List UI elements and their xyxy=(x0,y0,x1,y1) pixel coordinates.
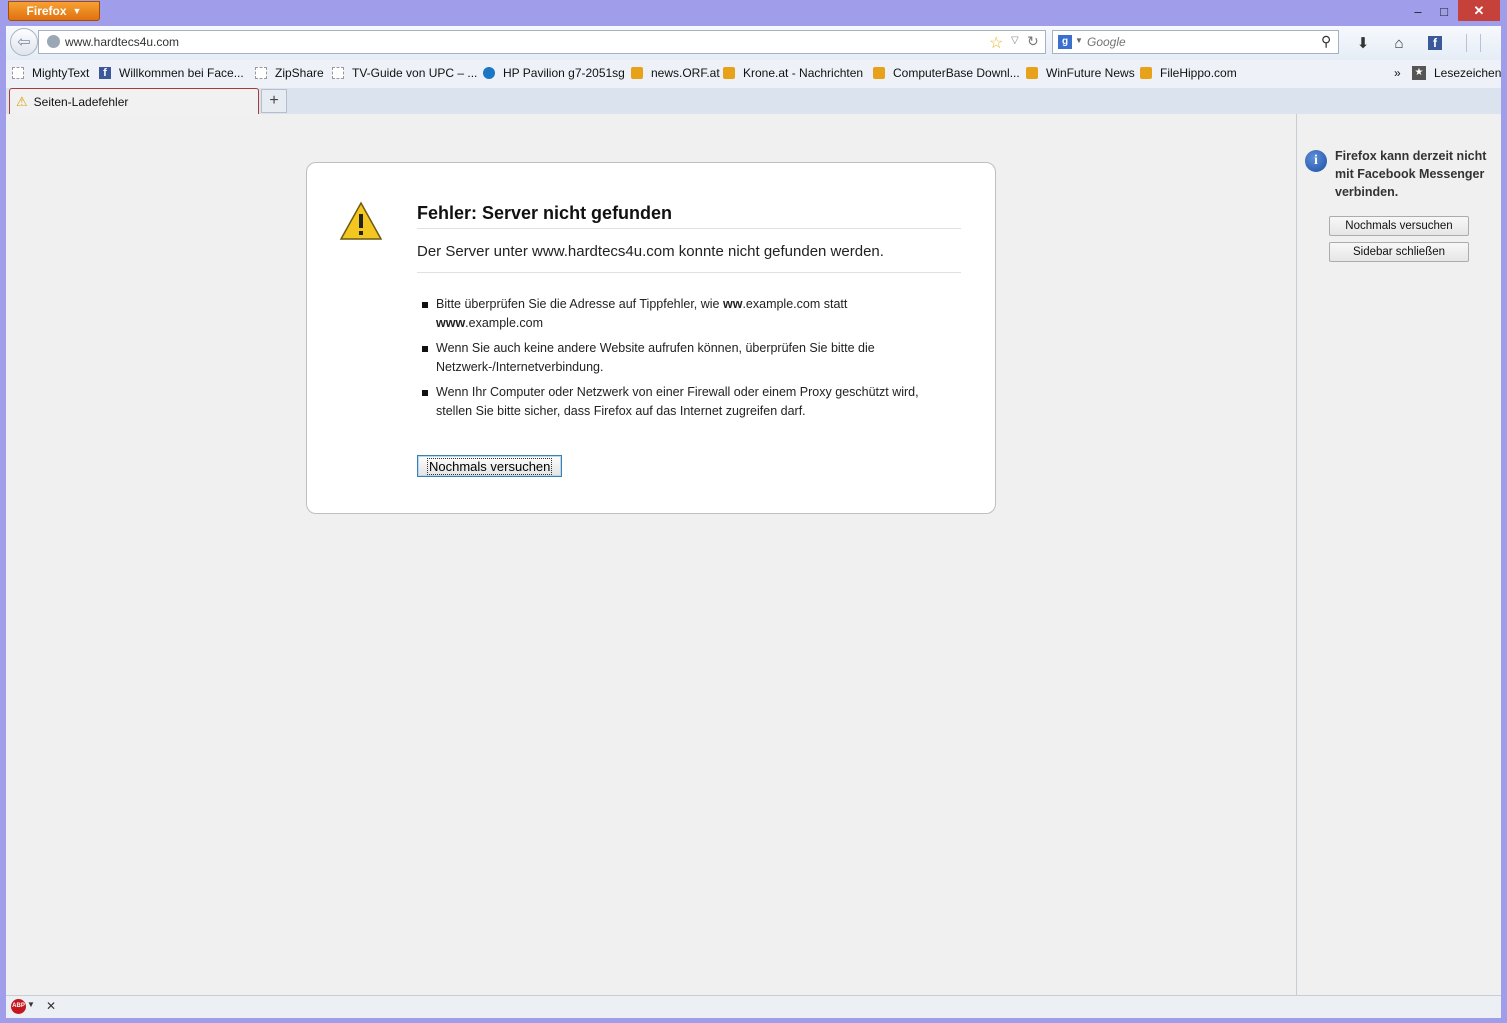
bookmark-label: news.ORF.at xyxy=(651,66,720,80)
minimize-button[interactable]: – xyxy=(1408,0,1428,22)
title-bar: Firefox ▼ – □ ✕ xyxy=(0,0,1507,24)
blank-page-icon xyxy=(332,67,344,79)
url-input[interactable] xyxy=(65,33,965,51)
bookmarks-menu-label: Lesezeichen xyxy=(1434,66,1502,80)
tab-label: Seiten-Ladefehler xyxy=(33,94,129,109)
social-sidebar: i Firefox kann derzeit nicht mit Faceboo… xyxy=(1296,114,1501,995)
firefox-menu-button[interactable]: Firefox ▼ xyxy=(8,1,100,21)
sidebar-retry-button[interactable]: Nochmals versuchen xyxy=(1329,216,1469,236)
bookmark-label: TV-Guide von UPC – ... xyxy=(352,66,478,80)
sidebar-message: Firefox kann derzeit nicht mit Facebook … xyxy=(1335,149,1487,199)
warning-triangle-icon xyxy=(339,201,383,240)
maximize-button[interactable]: □ xyxy=(1434,0,1454,22)
search-icon[interactable]: ⚲ xyxy=(1321,33,1331,50)
globe-icon xyxy=(47,35,60,48)
back-button[interactable]: ⇦ xyxy=(10,28,38,56)
bookmark-star-icon[interactable]: ☆ xyxy=(989,33,1003,53)
rss-icon xyxy=(1140,67,1152,79)
close-window-button[interactable]: ✕ xyxy=(1458,0,1500,21)
more-bookmarks-chevron-icon[interactable]: » xyxy=(1394,66,1401,80)
list-item: Wenn Sie auch keine andere Website aufru… xyxy=(417,339,937,377)
chevron-down-icon: ▼ xyxy=(72,6,82,16)
bookmark-label: Krone.at - Nachrichten xyxy=(743,66,864,80)
page-content: Fehler: Server nicht gefunden Der Server… xyxy=(6,114,1296,995)
add-on-bar: ABP ▼ ✕ xyxy=(6,995,1501,1018)
blank-page-icon xyxy=(12,67,24,79)
hp-icon xyxy=(483,67,495,79)
new-tab-button[interactable]: + xyxy=(261,89,287,113)
bookmarks-menu-button[interactable]: ★ Lesezeichen xyxy=(1412,66,1501,80)
facebook-icon: f xyxy=(1428,36,1442,50)
warning-icon: ⚠ xyxy=(16,93,28,109)
bookmark-label: FileHippo.com xyxy=(1160,66,1237,80)
bookmark-label: MightyText xyxy=(32,66,90,80)
bookmark-item[interactable]: TV-Guide von UPC – ... xyxy=(332,66,477,80)
bookmark-label: HP Pavilion g7-2051sg xyxy=(503,66,625,80)
toolbar-separator xyxy=(1466,34,1467,52)
bookmarks-toolbar: MightyText f Willkommen bei Face... ZipS… xyxy=(6,60,1501,89)
error-tips-list: Bitte überprüfen Sie die Adresse auf Tip… xyxy=(417,295,937,427)
bookmark-label: Willkommen bei Face... xyxy=(119,66,244,80)
rss-icon xyxy=(723,67,735,79)
bookmark-label: ComputerBase Downl... xyxy=(893,66,1020,80)
google-engine-icon[interactable]: g xyxy=(1058,35,1072,49)
navigation-toolbar: ⇦ ☆ ▽ ↻ g ▼ ⚲ ⬇ ⌂ f xyxy=(6,26,1501,60)
url-bar[interactable]: ☆ ▽ ↻ xyxy=(38,30,1046,54)
home-icon[interactable]: ⌂ xyxy=(1388,32,1410,54)
error-description: Der Server unter www.hardtecs4u.com konn… xyxy=(417,243,961,273)
bookmark-item[interactable]: FileHippo.com xyxy=(1140,66,1237,80)
search-input[interactable] xyxy=(1087,34,1307,50)
facebook-icon: f xyxy=(99,67,111,79)
rss-icon xyxy=(631,67,643,79)
bookmark-label: ZipShare xyxy=(275,66,324,80)
close-addon-bar-icon[interactable]: ✕ xyxy=(46,999,56,1013)
facebook-toolbar-button[interactable]: f xyxy=(1424,32,1446,54)
info-icon: i xyxy=(1305,150,1327,172)
adblock-plus-icon[interactable]: ABP xyxy=(11,999,26,1014)
list-item: Bitte überprüfen Sie die Adresse auf Tip… xyxy=(417,295,937,333)
error-panel: Fehler: Server nicht gefunden Der Server… xyxy=(306,162,996,514)
list-item: Wenn Ihr Computer oder Netzwerk von eine… xyxy=(417,383,937,421)
toolbar-separator xyxy=(1480,34,1481,52)
rss-icon xyxy=(1026,67,1038,79)
bookmark-item[interactable]: f Willkommen bei Face... xyxy=(99,66,244,80)
bookmark-item[interactable]: HP Pavilion g7-2051sg xyxy=(483,66,625,80)
bookmark-item[interactable]: MightyText xyxy=(12,66,89,80)
bookmark-item[interactable]: Krone.at - Nachrichten xyxy=(723,66,863,80)
rss-icon xyxy=(873,67,885,79)
error-title: Fehler: Server nicht gefunden xyxy=(417,203,961,229)
star-icon: ★ xyxy=(1412,66,1426,80)
firefox-menu-label: Firefox xyxy=(26,4,67,18)
chevron-down-icon[interactable]: ▼ xyxy=(27,1000,35,1009)
tab-strip: ⚠ Seiten-Ladefehler + xyxy=(6,88,1501,114)
bookmark-item[interactable]: WinFuture News xyxy=(1026,66,1135,80)
bookmark-item[interactable]: news.ORF.at xyxy=(631,66,720,80)
close-sidebar-button[interactable]: Sidebar schließen xyxy=(1329,242,1469,262)
reload-icon[interactable]: ↻ xyxy=(1027,33,1039,50)
engine-dropdown-icon[interactable]: ▼ xyxy=(1075,36,1083,45)
bookmark-item[interactable]: ZipShare xyxy=(255,66,324,80)
tab-seiten-ladefehler[interactable]: ⚠ Seiten-Ladefehler xyxy=(9,88,259,114)
history-dropdown-icon[interactable]: ▽ xyxy=(1011,35,1019,46)
downloads-icon[interactable]: ⬇ xyxy=(1352,32,1374,54)
browser-window: Firefox ▼ – □ ✕ ⇦ ☆ ▽ ↻ g ▼ ⚲ ⬇ ⌂ f xyxy=(0,0,1507,1023)
bookmark-item[interactable]: ComputerBase Downl... xyxy=(873,66,1020,80)
back-arrow-icon: ⇦ xyxy=(17,34,31,51)
search-bar[interactable]: g ▼ ⚲ xyxy=(1052,30,1339,54)
blank-page-icon xyxy=(255,67,267,79)
retry-button[interactable]: Nochmals versuchen xyxy=(417,455,563,477)
retry-button-label: Nochmals versuchen xyxy=(427,457,553,475)
bookmark-label: WinFuture News xyxy=(1046,66,1135,80)
